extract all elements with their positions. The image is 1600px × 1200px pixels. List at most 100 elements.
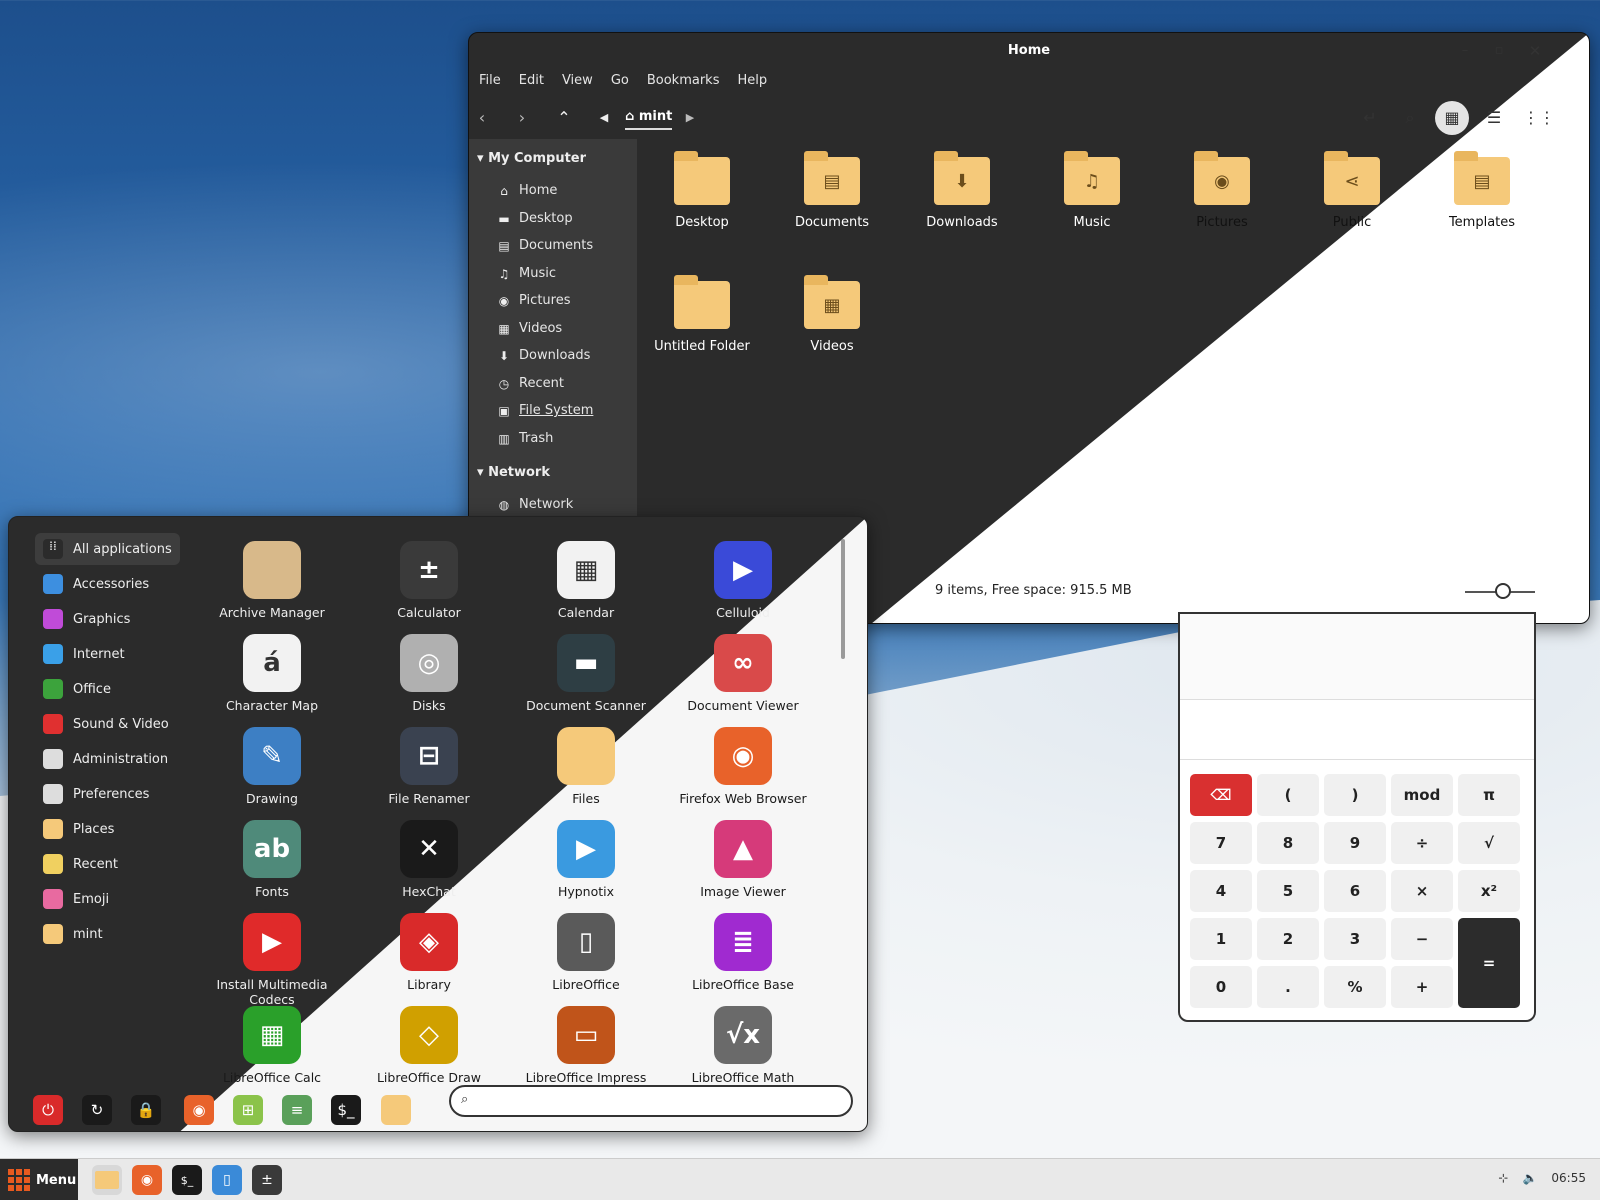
sidebar-item-downloads[interactable]: ⬇ Downloads — [497, 348, 590, 363]
digit-8-button[interactable]: 8 — [1257, 822, 1319, 864]
digit-0-button[interactable]: 0 — [1190, 966, 1252, 1008]
category-emoji[interactable]: Emoji — [35, 883, 117, 915]
menu-edit[interactable]: Edit — [519, 73, 544, 88]
square-button[interactable]: x² — [1458, 870, 1520, 912]
menu-view[interactable]: View — [562, 73, 593, 88]
app-libreoffice-math[interactable]: √x LibreOffice Math — [668, 1006, 818, 1085]
sidebar-item-recent[interactable]: ◷ Recent — [497, 376, 564, 391]
app-fonts[interactable]: ab Fonts — [197, 820, 347, 899]
app-document-viewer[interactable]: ∞ Document Viewer — [668, 634, 818, 713]
search-box[interactable]: ⌕ — [449, 1085, 853, 1117]
folder-public[interactable]: ⋖ Public — [1287, 151, 1417, 230]
category-administration[interactable]: Administration — [35, 743, 176, 775]
category-sound-video[interactable]: Sound & Video — [35, 708, 177, 740]
firefox-icon[interactable]: ◉ — [184, 1095, 214, 1125]
close-paren-button[interactable]: ) — [1324, 774, 1386, 816]
digit-5-button[interactable]: 5 — [1257, 870, 1319, 912]
menu-button[interactable]: Menu — [0, 1159, 78, 1200]
logout-icon[interactable]: ↻ — [82, 1095, 112, 1125]
taskbar-calculator[interactable]: ± — [252, 1165, 282, 1195]
clock[interactable]: 06:55 — [1551, 1171, 1586, 1185]
sidebar-section-network[interactable]: ▾ Network — [477, 465, 550, 480]
multiply-button[interactable]: × — [1391, 870, 1453, 912]
sidebar-item-trash[interactable]: ▥ Trash — [497, 431, 553, 446]
search-icon[interactable]: ⌕ — [1399, 107, 1421, 129]
digit-4-button[interactable]: 4 — [1190, 870, 1252, 912]
pi-button[interactable]: π — [1458, 774, 1520, 816]
network-icon[interactable]: ⊹ — [1498, 1171, 1508, 1185]
minimize-button[interactable]: – — [1455, 41, 1475, 61]
category-internet[interactable]: Internet — [35, 638, 133, 670]
sidebar-item-network[interactable]: ◍ Network — [497, 497, 574, 512]
category-graphics[interactable]: Graphics — [35, 603, 138, 635]
app-image-viewer[interactable]: ▲ Image Viewer — [668, 820, 818, 899]
mod-button[interactable]: mod — [1391, 774, 1453, 816]
terminal-icon[interactable]: $_ — [331, 1095, 361, 1125]
app-disks[interactable]: ◎ Disks — [354, 634, 504, 713]
search-input[interactable] — [481, 1092, 841, 1107]
app-drawing[interactable]: ✎ Drawing — [197, 727, 347, 806]
forward-button[interactable]: › — [511, 107, 533, 129]
up-button[interactable]: ⌃ — [553, 107, 575, 129]
sidebar-section-my-computer[interactable]: ▾ My Computer — [477, 151, 586, 166]
decimal-button[interactable]: . — [1257, 966, 1319, 1008]
backspace-button[interactable]: ⌫ — [1190, 774, 1252, 816]
folder-pictures[interactable]: ◉ Pictures — [1157, 151, 1287, 230]
taskbar-files[interactable] — [92, 1165, 122, 1195]
digit-6-button[interactable]: 6 — [1324, 870, 1386, 912]
app-libreoffice[interactable]: ▯ LibreOffice — [511, 913, 661, 992]
folder-documents[interactable]: ▤ Documents — [767, 151, 897, 230]
app-files[interactable]: Files — [511, 727, 661, 806]
category-preferences[interactable]: Preferences — [35, 778, 157, 810]
sidebar-item-documents[interactable]: ▤ Documents — [497, 238, 593, 253]
compact-view-button[interactable]: ⋮⋮ — [1523, 107, 1555, 129]
scrollbar[interactable] — [841, 539, 845, 659]
app-libreoffice-impress[interactable]: ▭ LibreOffice Impress — [511, 1006, 661, 1085]
path-button-home[interactable]: ⌂ mint — [625, 109, 673, 130]
app-hexchat[interactable]: ✕ HexChat — [354, 820, 504, 899]
taskbar-terminal[interactable]: $_ — [172, 1165, 202, 1195]
category-all-applications[interactable]: ⁞⁞ All applications — [35, 533, 180, 565]
path-right-arrow[interactable]: ▶ — [679, 107, 701, 129]
app-libreoffice-calc[interactable]: ▦ LibreOffice Calc — [197, 1006, 347, 1085]
category-office[interactable]: Office — [35, 673, 119, 705]
folder-icon[interactable] — [381, 1095, 411, 1125]
folder-videos[interactable]: ▦ Videos — [767, 275, 897, 354]
titlebar[interactable]: Home – ▫ ✕ — [469, 33, 1589, 69]
sidebar-item-videos[interactable]: ▦ Videos — [497, 321, 562, 336]
menu-bookmarks[interactable]: Bookmarks — [647, 73, 720, 88]
folder-desktop[interactable]: Desktop — [637, 151, 767, 230]
close-button[interactable]: ✕ — [1525, 41, 1545, 61]
sidebar-item-file-system[interactable]: ▣ File System — [497, 403, 593, 418]
category-recent[interactable]: Recent — [35, 848, 126, 880]
sidebar-item-music[interactable]: ♫ Music — [497, 266, 556, 281]
sidebar-item-desktop[interactable]: ▬ Desktop — [497, 211, 572, 226]
app-calculator[interactable]: ± Calculator — [354, 541, 504, 620]
maximize-button[interactable]: ▫ — [1489, 41, 1509, 61]
app-archive-manager[interactable]: Archive Manager — [197, 541, 347, 620]
power-icon[interactable]: ⏻ — [33, 1095, 63, 1125]
folder-untitled[interactable]: Untitled Folder — [637, 275, 767, 354]
category-mint[interactable]: mint — [35, 918, 111, 950]
folder-templates[interactable]: ▤ Templates — [1417, 151, 1547, 230]
sidebar-item-pictures[interactable]: ◉ Pictures — [497, 293, 571, 308]
path-left-arrow[interactable]: ◀ — [593, 107, 615, 129]
app-character-map[interactable]: á Character Map — [197, 634, 347, 713]
category-accessories[interactable]: Accessories — [35, 568, 157, 600]
toggle-location-icon[interactable]: ↵ — [1359, 107, 1381, 129]
digit-7-button[interactable]: 7 — [1190, 822, 1252, 864]
sidebar-item-home[interactable]: ⌂ Home — [497, 183, 557, 198]
software-manager-icon[interactable]: ⊞ — [233, 1095, 263, 1125]
divide-button[interactable]: ÷ — [1391, 822, 1453, 864]
zoom-slider[interactable] — [1465, 583, 1535, 599]
taskbar-firefox[interactable]: ◉ — [132, 1165, 162, 1195]
app-file-renamer[interactable]: ⊟ File Renamer — [354, 727, 504, 806]
menu-file[interactable]: File — [479, 73, 501, 88]
digit-3-button[interactable]: 3 — [1324, 918, 1386, 960]
volume-icon[interactable]: 🔈 — [1522, 1171, 1537, 1185]
folder-downloads[interactable]: ⬇ Downloads — [897, 151, 1027, 230]
folder-music[interactable]: ♫ Music — [1027, 151, 1157, 230]
menu-help[interactable]: Help — [737, 73, 767, 88]
app-calendar[interactable]: ▦ Calendar — [511, 541, 661, 620]
app-library[interactable]: ◈ Library — [354, 913, 504, 992]
